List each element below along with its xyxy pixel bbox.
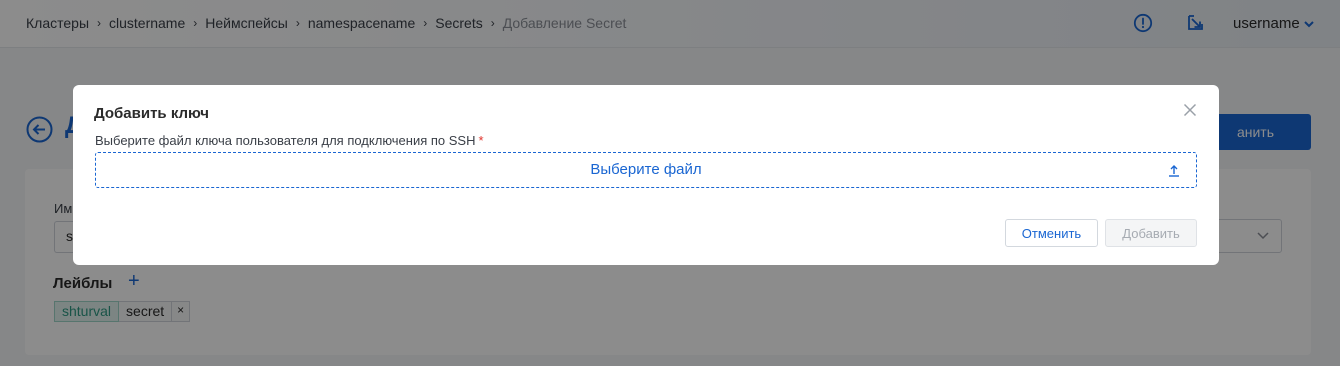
file-field-label-text: Выберите файл ключа пользователя для под… [95, 133, 476, 148]
file-field-label: Выберите файл ключа пользователя для под… [95, 133, 484, 148]
add-key-modal: Добавить ключ Выберите файл ключа пользо… [73, 85, 1219, 265]
upload-icon [1168, 163, 1180, 182]
modal-title: Добавить ключ [94, 105, 209, 122]
add-button[interactable]: Добавить [1105, 219, 1197, 247]
cancel-button[interactable]: Отменить [1005, 219, 1098, 247]
choose-file-label: Выберите файл [590, 161, 702, 178]
file-dropzone[interactable]: Выберите файл [95, 152, 1197, 188]
required-mark: * [478, 133, 484, 148]
close-icon[interactable] [1183, 103, 1197, 117]
